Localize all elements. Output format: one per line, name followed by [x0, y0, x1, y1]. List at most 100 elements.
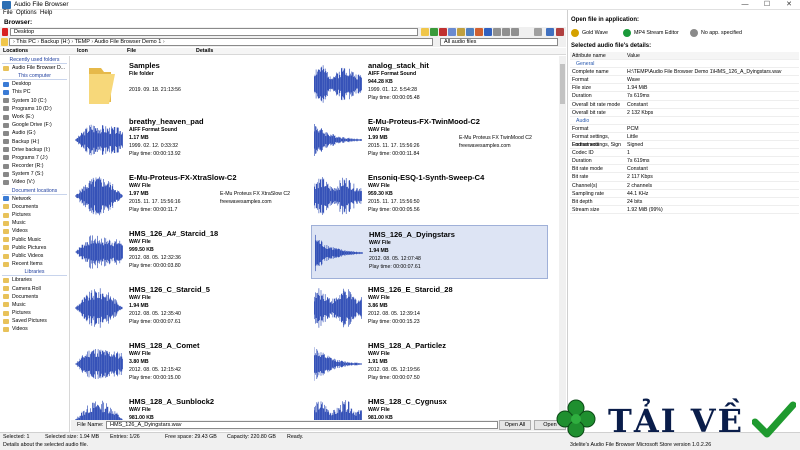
nav-group-header[interactable]: Libraries	[2, 268, 67, 277]
nav-item[interactable]: Recorder (R:)	[0, 162, 69, 170]
header-locations[interactable]: Locations	[3, 48, 28, 54]
menu-file[interactable]: File	[3, 10, 13, 16]
value-header[interactable]: Value	[627, 52, 799, 59]
nav-item[interactable]: Saved Pictures	[0, 317, 69, 325]
view-tiles-icon[interactable]	[511, 28, 519, 36]
favorite-icon[interactable]	[2, 28, 8, 36]
refresh-icon[interactable]	[430, 28, 438, 36]
minimize-button[interactable]: —	[734, 0, 756, 10]
file-item[interactable]: HMS_126_C_Starcid_5 WAV File 1.94 MB 2012. …	[72, 281, 309, 335]
nav-item[interactable]: Videos	[0, 325, 69, 333]
nav-item[interactable]: Programs 10 (D:)	[0, 105, 69, 113]
nav-item[interactable]: Public Pictures	[0, 244, 69, 252]
nav-item[interactable]: Audio File Browser D...	[0, 64, 69, 72]
attribute-header[interactable]: Attribute name	[570, 52, 627, 59]
view-icon[interactable]	[466, 28, 474, 36]
nav-item[interactable]: Documents	[0, 293, 69, 301]
breadcrumb[interactable]: › This PC › Backup (H:) › TEMP › Audio F…	[9, 38, 433, 46]
header-icon[interactable]: Icon	[77, 48, 88, 54]
nav-item-label: Videos	[12, 326, 28, 333]
location-combo[interactable]: Desktop	[10, 28, 418, 36]
file-item[interactable]: HMS_128_A_Particlez WAV File 1.91 MB 2012. …	[311, 337, 548, 391]
nav-item[interactable]: This PC	[0, 88, 69, 96]
file-item[interactable]: E-Mu-Proteus-FX-TwinMood-C2 WAV File 1.99 …	[311, 113, 548, 167]
help-icon[interactable]	[546, 28, 554, 36]
file-size: 959.30 KB	[368, 191, 393, 197]
vertical-scrollbar[interactable]	[559, 56, 566, 420]
nav-item[interactable]: Video (V:)	[0, 178, 69, 186]
file-item[interactable]: E-Mu-Proteus-FX-XtraSlow-C2 WAV File 1.97 …	[72, 169, 309, 223]
file-item[interactable]: HMS_126_A#_Starcid_18 WAV File 999.50 KB 20…	[72, 225, 309, 279]
search-icon[interactable]	[534, 28, 542, 36]
nav-item[interactable]: Public Music	[0, 236, 69, 244]
location-icon	[3, 65, 9, 71]
file-item[interactable]: HMS_128_A_Comet WAV File 3.80 MB 2012. 08. …	[72, 337, 309, 391]
nav-item[interactable]: Documents	[0, 203, 69, 211]
nav-item[interactable]: Network	[0, 195, 69, 203]
file-item[interactable]: HMS_126_E_Starcid_28 WAV File 3.86 MB 2012.…	[311, 281, 548, 335]
file-item[interactable]: HMS_126_A_Dyingstars WAV File 1.94 MB 2012.…	[311, 225, 548, 279]
filename-input[interactable]: HMS_126_A_Dyingstars.wav	[106, 421, 498, 429]
nav-item[interactable]: Work (E:)	[0, 113, 69, 121]
settings-icon[interactable]	[457, 28, 465, 36]
app-label: MP4 Stream Editor	[634, 30, 679, 36]
scrollbar-thumb[interactable]	[560, 64, 565, 104]
header-details[interactable]: Details	[196, 48, 213, 54]
breadcrumb-temp[interactable]: TEMP	[75, 39, 90, 45]
maximize-button[interactable]: ☐	[756, 0, 778, 10]
breadcrumb-demo[interactable]: Audio File Browser Demo 1	[94, 39, 161, 45]
header-file[interactable]: File	[127, 48, 136, 54]
nav-group-header[interactable]: This computer	[2, 72, 67, 81]
file-item[interactable]: HMS_128_C_Cygnusx WAV File 981.00 KB	[311, 393, 548, 420]
nav-item[interactable]: Pictures	[0, 211, 69, 219]
file-item[interactable]: Ensoniq-ESQ-1-Synth-Sweep-C4 WAV File 959.…	[311, 169, 548, 223]
file-filter-combo[interactable]: All audio files	[440, 38, 558, 46]
nav-item[interactable]: Music	[0, 219, 69, 227]
file-item[interactable]: HMS_128_A_Sunblock2 WAV File 981.00 KB	[72, 393, 309, 420]
favorites-icon[interactable]	[475, 28, 483, 36]
nav-item[interactable]: Drive backup (I:)	[0, 146, 69, 154]
nav-item[interactable]: Recent Items	[0, 260, 69, 268]
waveform-thumbnail	[75, 124, 123, 156]
file-item[interactable]: breathy_heaven_pad AIFF Format Sound 1.17 …	[72, 113, 309, 167]
nav-group-header[interactable]: Document locations	[2, 187, 67, 195]
file-comment: E-Mu Proteus FX TwinMood C2	[459, 135, 532, 141]
close-search-icon[interactable]	[556, 28, 564, 36]
nav-item[interactable]: Backup (H:)	[0, 138, 69, 146]
view-thumbnails-icon[interactable]	[484, 28, 492, 36]
nav-group-header[interactable]: Recently used folders	[2, 56, 67, 64]
waveform-thumbnail	[75, 288, 123, 328]
menu-help[interactable]: Help	[40, 10, 52, 16]
nav-item[interactable]: Desktop	[0, 80, 69, 88]
stop-icon[interactable]	[439, 28, 447, 36]
nav-item[interactable]: System 7 (S:)	[0, 170, 69, 178]
folder-up-icon[interactable]	[421, 28, 429, 36]
open-all-button[interactable]: Open All	[499, 420, 531, 430]
app-mp4-stream-editor-button[interactable]: MP4 Stream Editor	[623, 29, 679, 37]
nav-item[interactable]: Music	[0, 301, 69, 309]
view-list-icon[interactable]	[493, 28, 501, 36]
app-goldwave-button[interactable]: Gold Wave	[571, 29, 608, 37]
nav-item[interactable]: Public Videos	[0, 252, 69, 260]
close-button[interactable]: ✕	[778, 0, 800, 10]
nav-item[interactable]: Videos	[0, 227, 69, 235]
menu-options[interactable]: Options	[16, 10, 37, 16]
file-name: HMS_126_E_Starcid_28	[368, 285, 453, 294]
details-row: Overall bit rate 2 132 Kbps	[570, 109, 799, 117]
nav-item[interactable]: Libraries	[0, 276, 69, 284]
nav-item[interactable]: Programs 7 (J:)	[0, 154, 69, 162]
nav-item[interactable]: Camera Roll	[0, 285, 69, 293]
view-details-icon[interactable]	[502, 28, 510, 36]
nav-item[interactable]: System 10 (C:)	[0, 97, 69, 105]
app-none-button[interactable]: No app. specified	[690, 29, 742, 37]
file-item[interactable]: analog_stack_hit AIFF Format Sound 944.28 …	[311, 57, 548, 111]
nav-item[interactable]: Pictures	[0, 309, 69, 317]
breadcrumb-this-pc[interactable]: This PC	[16, 39, 36, 45]
breadcrumb-backup[interactable]: Backup (H:)	[41, 39, 70, 45]
nav-item[interactable]: Google Drive (F:)	[0, 121, 69, 129]
play-icon[interactable]	[448, 28, 456, 36]
file-item[interactable]: Samples File folder 2019. 09. 18. 21:13:56	[72, 57, 309, 111]
browser-label: Browser:	[4, 19, 33, 26]
nav-item[interactable]: Audio (G:)	[0, 129, 69, 137]
file-play-time: Play time: 00:00:05.48	[368, 95, 420, 101]
